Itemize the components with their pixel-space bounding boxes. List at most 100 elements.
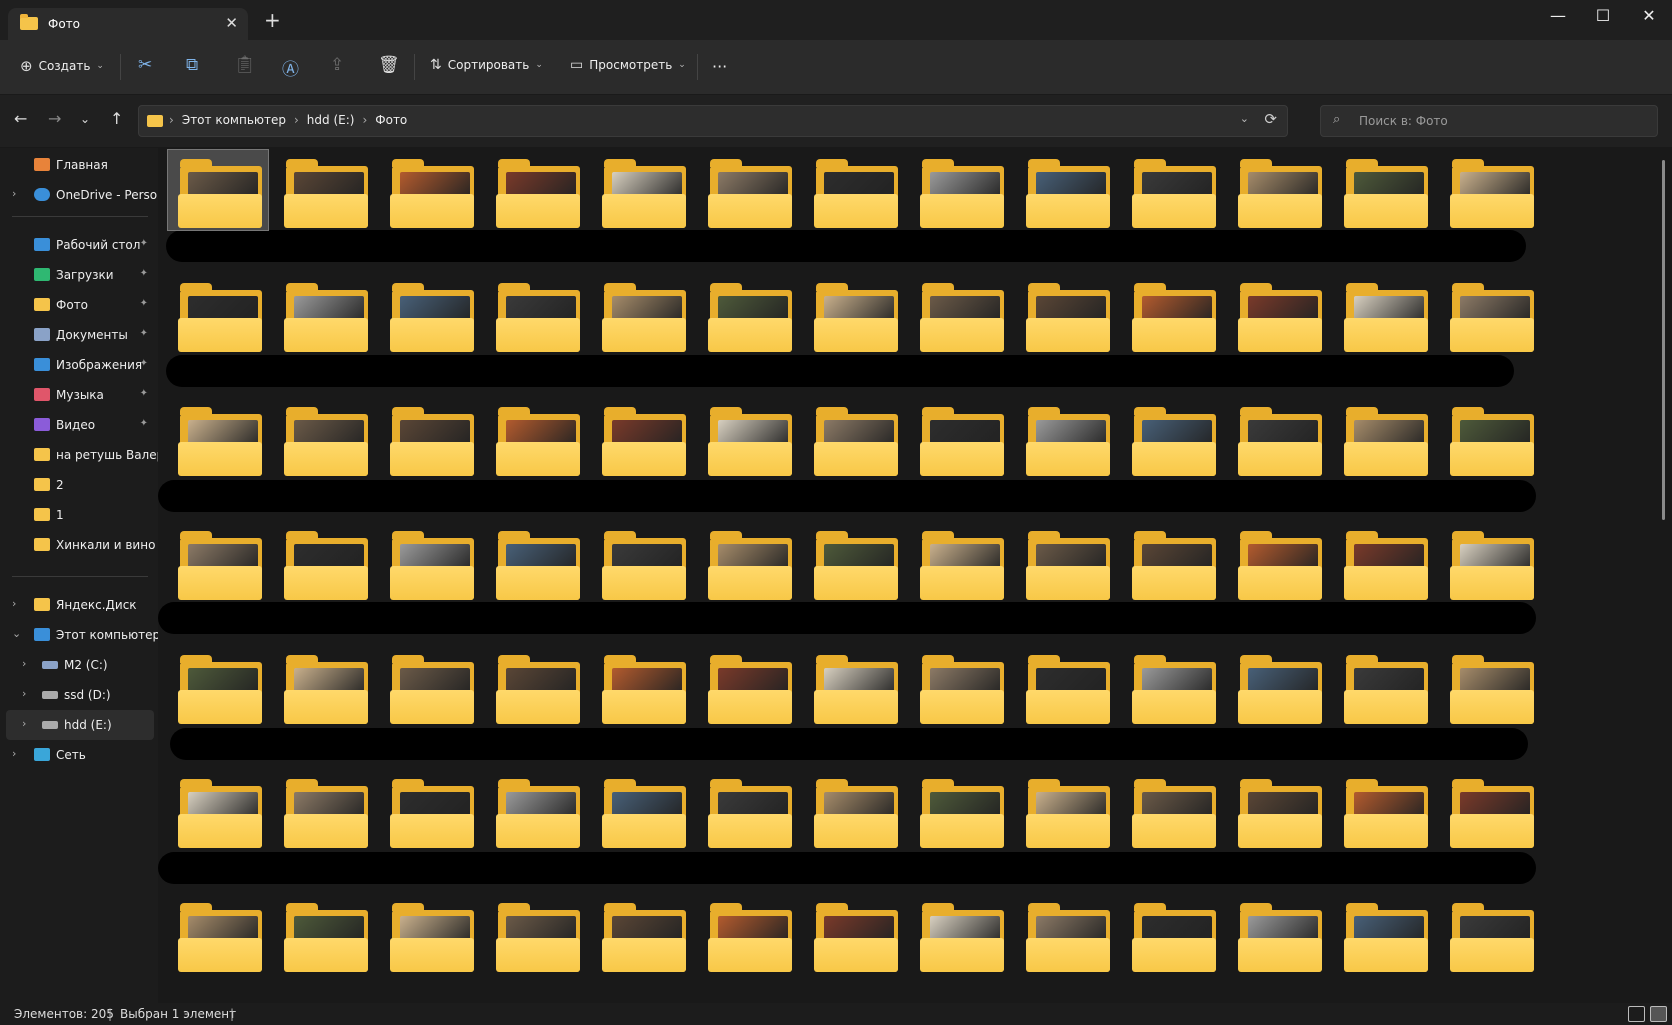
folder-tile[interactable] (1228, 770, 1328, 850)
folder-tile[interactable] (274, 150, 374, 230)
share-icon[interactable]: ⇪ (330, 55, 344, 75)
folder-tile[interactable] (910, 770, 1010, 850)
folder-tile[interactable] (380, 522, 480, 602)
folder-tile[interactable] (1334, 274, 1434, 354)
copy-icon[interactable]: ⧉ (186, 55, 198, 75)
folder-tile[interactable] (1334, 150, 1434, 230)
folder-tile[interactable] (1228, 522, 1328, 602)
folder-tile[interactable] (486, 150, 586, 230)
folder-tile[interactable] (1016, 274, 1116, 354)
folder-tile[interactable] (1440, 646, 1540, 726)
folder-tile[interactable] (1122, 770, 1222, 850)
folder-tile[interactable] (592, 646, 692, 726)
folder-tile[interactable] (698, 398, 798, 478)
folder-tile[interactable] (1122, 894, 1222, 974)
pin-icon[interactable]: ✦ (140, 418, 148, 429)
folder-tile[interactable] (698, 894, 798, 974)
folder-tile[interactable] (1334, 646, 1434, 726)
folder-tile[interactable] (1334, 894, 1434, 974)
pin-icon[interactable]: ✦ (140, 238, 148, 249)
folder-tile[interactable] (804, 398, 904, 478)
folder-tile[interactable] (1334, 522, 1434, 602)
folder-tile[interactable] (804, 894, 904, 974)
folder-tile[interactable] (274, 770, 374, 850)
folder-tile[interactable] (1122, 274, 1222, 354)
folder-tile[interactable] (804, 522, 904, 602)
folder-tile[interactable] (1122, 150, 1222, 230)
folder-tile[interactable] (1440, 522, 1540, 602)
paste-icon[interactable]: 📋︎ (234, 55, 256, 75)
folder-tile[interactable] (1122, 646, 1222, 726)
folder-tile[interactable] (910, 894, 1010, 974)
breadcrumb-hdd[interactable]: hdd (E:) (307, 113, 355, 127)
folder-tile[interactable] (274, 894, 374, 974)
pin-icon[interactable]: ✦ (140, 328, 148, 339)
sidebar-item-pinned[interactable]: Рабочий стол ✦ (0, 230, 158, 260)
more-button[interactable]: ··· (712, 57, 727, 76)
folder-tile[interactable] (698, 770, 798, 850)
folder-tile[interactable] (1440, 274, 1540, 354)
folder-tile[interactable] (380, 646, 480, 726)
folder-tile[interactable] (168, 646, 268, 726)
close-window-button[interactable]: ✕ (1626, 6, 1672, 25)
folder-tile[interactable] (168, 770, 268, 850)
maximize-button[interactable]: ☐ (1580, 6, 1626, 25)
sidebar-item-drive-e[interactable]: › hdd (E:) (6, 710, 154, 740)
sidebar-item-pinned[interactable]: Видео ✦ (0, 410, 158, 440)
sidebar-item-pinned[interactable]: Музыка ✦ (0, 380, 158, 410)
folder-tile[interactable] (1016, 770, 1116, 850)
pin-icon[interactable]: ✦ (140, 268, 148, 279)
pin-icon[interactable]: ✦ (140, 298, 148, 309)
create-button[interactable]: ⊕ Создать ⌄ (20, 57, 104, 75)
folder-tile[interactable] (168, 274, 268, 354)
sidebar-item-pinned[interactable]: Изображения ✦ (0, 350, 158, 380)
folder-tile[interactable] (1122, 522, 1222, 602)
chevron-right-icon[interactable]: › (12, 747, 16, 760)
sidebar-item-pinned[interactable]: на ретушь Валере (0, 440, 158, 470)
breadcrumb-foto[interactable]: Фото (375, 113, 407, 127)
chevron-right-icon[interactable]: › (22, 687, 26, 700)
chevron-right-icon[interactable]: › (12, 187, 16, 200)
cut-icon[interactable]: ✂ (138, 55, 152, 75)
folder-tile[interactable] (592, 770, 692, 850)
folder-tile[interactable] (274, 398, 374, 478)
folder-tile[interactable] (698, 150, 798, 230)
folder-tile[interactable] (168, 522, 268, 602)
tab-close-button[interactable]: ✕ (225, 14, 238, 32)
chevron-right-icon[interactable]: › (12, 597, 16, 610)
folder-tile[interactable] (1016, 646, 1116, 726)
folder-tile[interactable] (910, 150, 1010, 230)
sidebar-item-pinned[interactable]: Загрузки ✦ (0, 260, 158, 290)
forward-button[interactable]: → (48, 109, 61, 128)
folder-tile[interactable] (1228, 150, 1328, 230)
refresh-button[interactable]: ⟳ (1264, 110, 1277, 128)
folder-tile[interactable] (592, 522, 692, 602)
folder-tile[interactable] (1016, 398, 1116, 478)
folder-tile[interactable] (804, 274, 904, 354)
minimize-button[interactable]: — (1535, 6, 1581, 25)
folder-tile[interactable] (1334, 398, 1434, 478)
folder-tile[interactable] (274, 646, 374, 726)
scrollbar[interactable] (1662, 160, 1665, 520)
folder-tile[interactable] (486, 274, 586, 354)
folder-tile[interactable] (910, 274, 1010, 354)
folder-tile[interactable] (380, 398, 480, 478)
folder-tile[interactable] (1440, 150, 1540, 230)
folder-tile[interactable] (1440, 770, 1540, 850)
folder-tile[interactable] (804, 150, 904, 230)
sidebar-item-pinned[interactable]: 1 (0, 500, 158, 530)
breadcrumb-this-pc[interactable]: Этот компьютер (182, 113, 286, 127)
folder-tile[interactable] (167, 149, 269, 231)
search-input[interactable]: ⌕ Поиск в: Фото (1320, 105, 1658, 137)
folder-tile[interactable] (1016, 894, 1116, 974)
folder-tile[interactable] (698, 522, 798, 602)
sidebar-item-pinned[interactable]: Фото ✦ (0, 290, 158, 320)
pin-icon[interactable]: ✦ (140, 358, 148, 369)
folder-tile[interactable] (168, 398, 268, 478)
folder-tile[interactable] (910, 522, 1010, 602)
folder-tile[interactable] (1122, 398, 1222, 478)
folder-tile[interactable] (910, 398, 1010, 478)
folder-tile[interactable] (380, 274, 480, 354)
folder-tile[interactable] (698, 274, 798, 354)
folder-tile[interactable] (1016, 150, 1116, 230)
